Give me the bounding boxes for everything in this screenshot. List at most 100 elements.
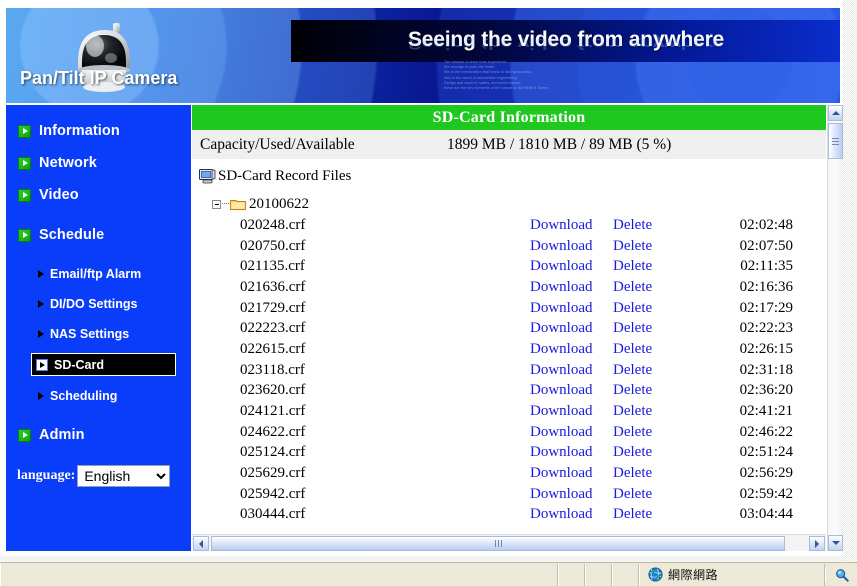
table-row: 022615.crf Download Delete 02:26:15 xyxy=(192,339,826,360)
sidebar-item-video[interactable]: Video xyxy=(6,183,191,207)
scroll-left-icon[interactable] xyxy=(193,536,209,551)
sidebar-subitem-label: NAS Settings xyxy=(50,326,130,341)
sidebar-item-label: Admin xyxy=(39,427,85,443)
vertical-scrollbar[interactable] xyxy=(827,105,843,551)
file-name: 021135.crf xyxy=(240,258,305,275)
delete-link[interactable]: Delete xyxy=(613,506,723,523)
file-name: 023118.crf xyxy=(240,361,305,378)
delete-link[interactable]: Delete xyxy=(613,424,723,441)
language-select[interactable]: English xyxy=(77,465,171,487)
file-time: 02:02:48 xyxy=(739,216,793,233)
product-name: Pan/Tilt IP Camera xyxy=(20,68,178,88)
sidebar-subitem-label: DI/DO Settings xyxy=(50,296,138,311)
page-title: SD-Card Information xyxy=(192,105,826,130)
sidebar-item-sd-card[interactable]: SD-Card xyxy=(31,353,176,376)
download-link[interactable]: Download xyxy=(530,320,613,337)
file-name: 021636.crf xyxy=(240,278,306,295)
triangle-right-icon xyxy=(36,358,48,371)
download-link[interactable]: Download xyxy=(530,486,613,503)
zoom-level-button[interactable] xyxy=(825,567,857,582)
vertical-scrollbar-thumb[interactable] xyxy=(828,123,843,159)
folder-name: 20100622 xyxy=(249,195,309,212)
sidebar-item-schedule[interactable]: Schedule xyxy=(6,223,191,247)
capacity-label: Capacity/Used/Available xyxy=(200,135,355,153)
sidebar-item-di-do-settings[interactable]: DI/DO Settings xyxy=(32,293,177,314)
table-row: 024121.crf Download Delete 02:41:21 xyxy=(192,401,826,422)
download-link[interactable]: Download xyxy=(530,238,613,255)
delete-link[interactable]: Delete xyxy=(613,300,723,317)
delete-link[interactable]: Delete xyxy=(613,320,723,337)
sidebar-item-admin[interactable]: Admin xyxy=(6,423,191,447)
horizontal-scrollbar-thumb[interactable] xyxy=(211,536,785,551)
file-name: 024622.crf xyxy=(240,423,306,440)
sidebar-subitem-label: Email/ftp Alarm xyxy=(50,266,142,281)
sidebar-item-information[interactable]: Information xyxy=(6,119,191,143)
sidebar-subitem-label: Scheduling xyxy=(50,388,118,403)
file-name: 022615.crf xyxy=(240,340,306,357)
status-bar: 網際網路 xyxy=(0,562,857,586)
delete-link[interactable]: Delete xyxy=(613,362,723,379)
scroll-down-icon[interactable] xyxy=(828,535,843,551)
delete-link[interactable]: Delete xyxy=(613,217,723,234)
language-selector-row: language: English xyxy=(6,465,191,487)
file-time: 02:41:21 xyxy=(739,403,793,420)
download-link[interactable]: Download xyxy=(530,403,613,420)
download-link[interactable]: Download xyxy=(530,506,613,523)
file-name: 025942.crf xyxy=(240,485,306,502)
download-link[interactable]: Download xyxy=(530,300,613,317)
file-time: 03:04:44 xyxy=(739,506,793,523)
sidebar-item-scheduling[interactable]: Scheduling xyxy=(32,385,177,406)
download-link[interactable]: Download xyxy=(530,341,613,358)
page-edge-pattern xyxy=(843,0,857,562)
delete-link[interactable]: Delete xyxy=(613,444,723,461)
table-row: 023118.crf Download Delete 02:31:18 xyxy=(192,360,826,381)
table-row: 025942.crf Download Delete 02:59:42 xyxy=(192,484,826,505)
table-row: 025124.crf Download Delete 02:51:24 xyxy=(192,443,826,464)
delete-link[interactable]: Delete xyxy=(613,341,723,358)
security-zone-indicator[interactable]: 網際網路 xyxy=(639,563,825,586)
tree-connector xyxy=(222,203,229,205)
download-link[interactable]: Download xyxy=(530,424,613,441)
table-row: 022223.crf Download Delete 02:22:23 xyxy=(192,318,826,339)
browser-window: Seeing the video from anywhere Seeing th… xyxy=(0,0,857,586)
folder-icon xyxy=(230,199,246,210)
file-name: 023620.crf xyxy=(240,382,306,399)
scroll-right-icon[interactable] xyxy=(809,536,825,551)
download-link[interactable]: Download xyxy=(530,258,613,275)
horizontal-scrollbar[interactable] xyxy=(192,534,826,551)
computer-icon xyxy=(199,169,216,184)
sidebar-item-nas-settings[interactable]: NAS Settings xyxy=(32,323,177,344)
delete-link[interactable]: Delete xyxy=(613,465,723,482)
table-row: 021636.crf Download Delete 02:16:36 xyxy=(192,277,826,298)
file-time: 02:31:18 xyxy=(739,361,793,378)
download-link[interactable]: Download xyxy=(530,382,613,399)
download-link[interactable]: Download xyxy=(530,444,613,461)
delete-link[interactable]: Delete xyxy=(613,382,723,399)
banner-blurb-text: The wisdom to learn from experience, the… xyxy=(444,60,550,91)
delete-link[interactable]: Delete xyxy=(613,279,723,296)
tree-collapse-icon[interactable] xyxy=(212,199,221,209)
download-link[interactable]: Download xyxy=(530,465,613,482)
folder-row[interactable]: 20100622 xyxy=(192,193,826,215)
triangle-right-icon xyxy=(38,391,44,400)
delete-link[interactable]: Delete xyxy=(613,238,723,255)
scroll-up-icon[interactable] xyxy=(828,105,843,121)
download-link[interactable]: Download xyxy=(530,279,613,296)
delete-link[interactable]: Delete xyxy=(613,486,723,503)
file-time: 02:51:24 xyxy=(739,444,793,461)
sidebar-item-email-ftp-alarm[interactable]: Email/ftp Alarm xyxy=(32,263,177,284)
scroll-grip xyxy=(832,136,839,147)
table-row: 020248.crf Download Delete 02:02:48 xyxy=(192,215,826,236)
capacity-row: Capacity/Used/Available 1899 MB / 1810 M… xyxy=(192,130,826,160)
sidebar-item-network[interactable]: Network xyxy=(6,151,191,175)
download-link[interactable]: Download xyxy=(530,362,613,379)
scroll-grip xyxy=(494,540,503,547)
table-row: 025629.crf Download Delete 02:56:29 xyxy=(192,463,826,484)
triangle-right-icon xyxy=(38,329,44,338)
delete-link[interactable]: Delete xyxy=(613,403,723,420)
file-name: 025629.crf xyxy=(240,465,306,482)
download-link[interactable]: Download xyxy=(530,217,613,234)
delete-link[interactable]: Delete xyxy=(613,258,723,275)
record-files-label: SD-Card Record Files xyxy=(218,168,352,184)
